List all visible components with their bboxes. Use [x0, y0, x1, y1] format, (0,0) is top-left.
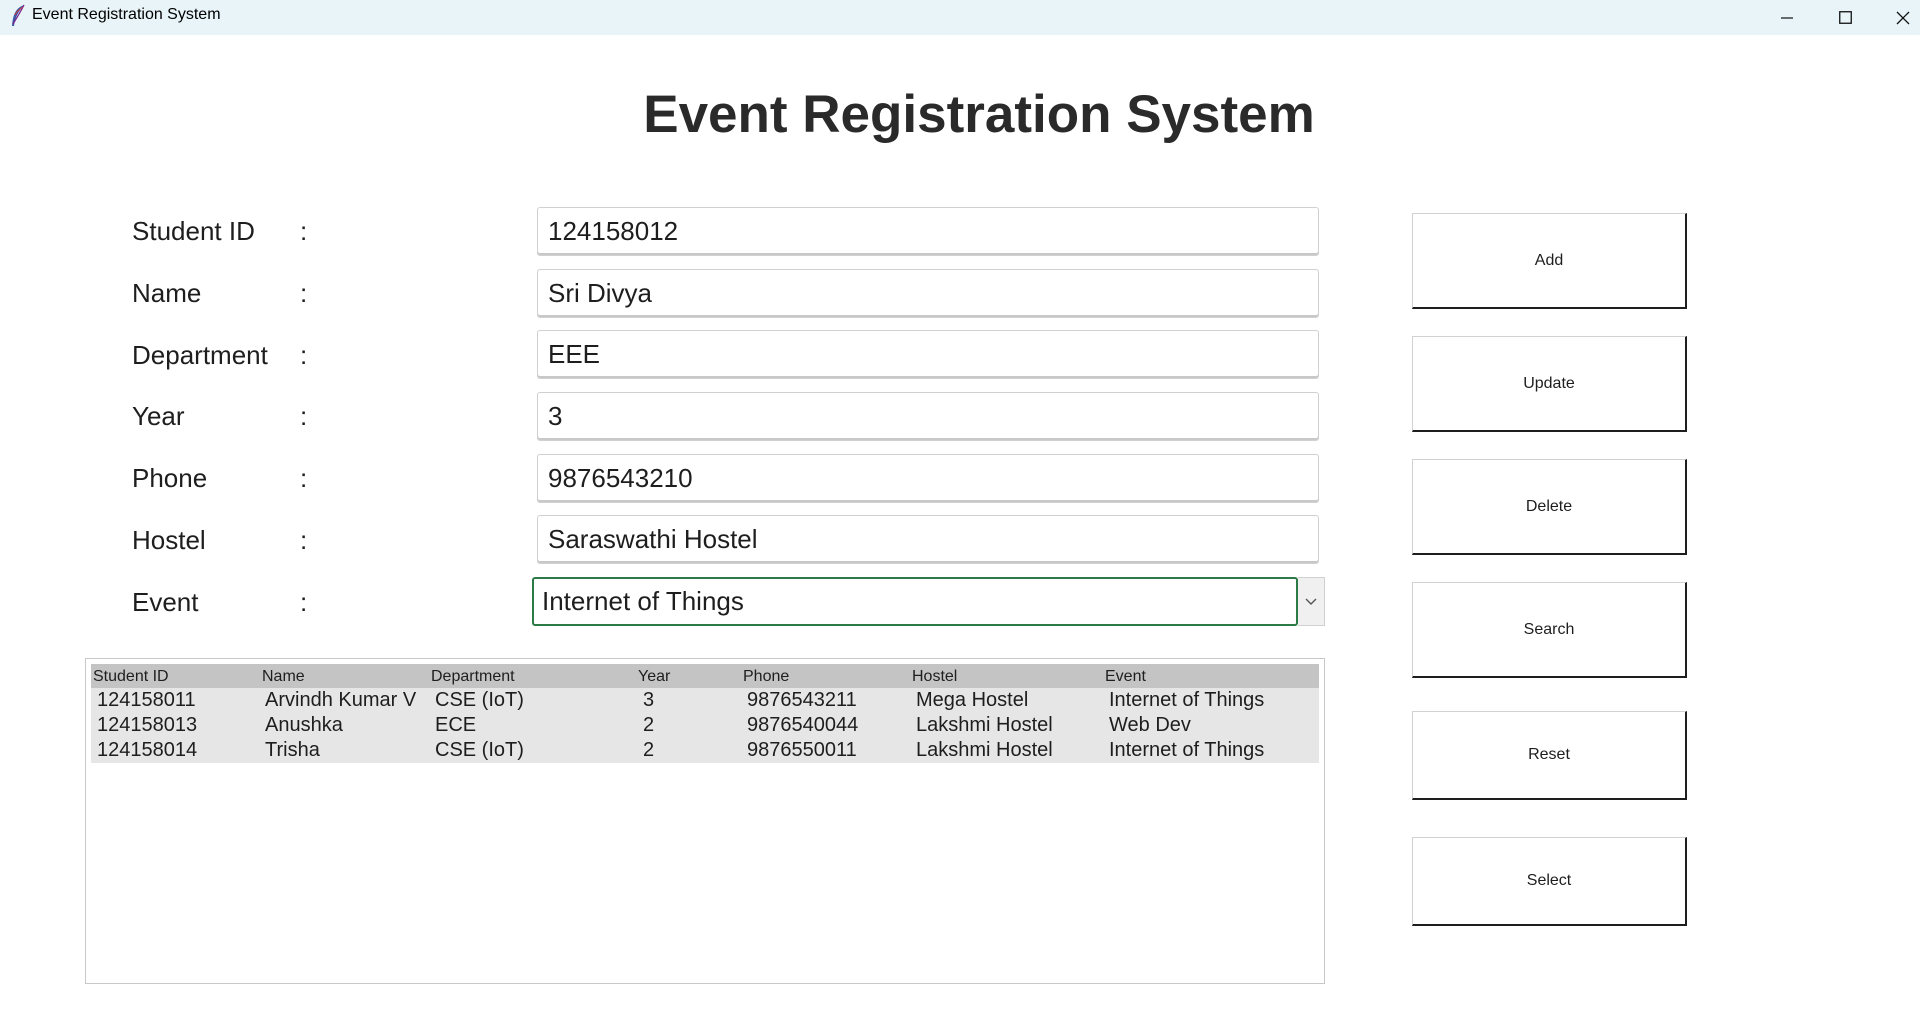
student-id-colon: :	[300, 216, 308, 246]
table-body: 124158011 Arvindh Kumar V CSE (IoT) 3 98…	[91, 688, 1319, 763]
registrations-table: Student ID Name Department Year Phone Ho…	[85, 658, 1325, 984]
year-label: Year	[132, 401, 185, 431]
search-button[interactable]: Search	[1412, 582, 1687, 678]
table-row[interactable]: 124158011 Arvindh Kumar V CSE (IoT) 3 98…	[91, 688, 1319, 713]
cell-year: 2	[643, 714, 655, 736]
chevron-down-icon	[1305, 593, 1317, 611]
page-title: Event Registration System	[643, 85, 1315, 144]
cell-phone: 9876543211	[747, 689, 857, 711]
cell-student-id: 124158013	[97, 714, 198, 736]
cell-phone: 9876540044	[747, 714, 859, 736]
phone-label: Phone	[132, 463, 208, 493]
cell-year: 2	[643, 739, 655, 761]
feather-icon	[9, 4, 27, 28]
column-header-hostel[interactable]: Hostel	[912, 668, 957, 686]
close-icon	[1896, 11, 1910, 25]
event-label: Event	[132, 587, 199, 617]
column-header-name[interactable]: Name	[262, 668, 305, 686]
column-header-phone[interactable]: Phone	[743, 668, 789, 686]
select-button[interactable]: Select	[1412, 837, 1687, 926]
column-header-student-id[interactable]: Student ID	[93, 668, 169, 686]
student-id-input[interactable]	[537, 207, 1319, 256]
delete-button[interactable]: Delete	[1412, 459, 1687, 555]
cell-hostel: Lakshmi Hostel	[916, 714, 1053, 736]
minimize-button[interactable]	[1758, 0, 1816, 35]
close-button[interactable]	[1874, 0, 1920, 35]
name-colon: :	[300, 278, 308, 308]
event-combobox	[532, 577, 1325, 626]
department-input[interactable]	[537, 330, 1319, 379]
department-colon: :	[300, 340, 308, 370]
cell-phone: 9876550011	[747, 739, 857, 761]
year-input[interactable]	[537, 392, 1319, 441]
table-header: Student ID Name Department Year Phone Ho…	[91, 664, 1319, 688]
cell-department: CSE (IoT)	[435, 689, 524, 711]
cell-event: Internet of Things	[1109, 689, 1265, 711]
cell-student-id: 124158011	[97, 689, 196, 711]
phone-colon: :	[300, 463, 308, 493]
table-row[interactable]: 124158013 Anushka ECE 2 9876540044 Laksh…	[91, 713, 1319, 738]
cell-name: Arvindh Kumar V	[265, 689, 417, 711]
cell-event: Internet of Things	[1109, 739, 1265, 761]
cell-year: 3	[643, 689, 655, 711]
column-header-year[interactable]: Year	[638, 668, 670, 686]
student-id-label: Student ID	[132, 216, 255, 246]
cell-hostel: Lakshmi Hostel	[916, 739, 1053, 761]
maximize-icon	[1838, 11, 1852, 24]
hostel-input[interactable]	[537, 515, 1319, 564]
title-bar: Event Registration System	[0, 0, 1920, 35]
department-label: Department	[132, 340, 268, 370]
event-dropdown-button[interactable]	[1298, 577, 1325, 626]
hostel-colon: :	[300, 525, 308, 555]
reset-button[interactable]: Reset	[1412, 711, 1687, 800]
cell-student-id: 124158014	[97, 739, 198, 761]
event-input[interactable]	[532, 577, 1298, 626]
table-row[interactable]: 124158014 Trisha CSE (IoT) 2 9876550011 …	[91, 738, 1319, 763]
app-window: Event Registration System Event Registra…	[0, 0, 1920, 1020]
event-colon: :	[300, 587, 308, 617]
name-label: Name	[132, 278, 202, 308]
cell-department: ECE	[435, 714, 477, 736]
cell-hostel: Mega Hostel	[916, 689, 1029, 711]
column-header-event[interactable]: Event	[1105, 668, 1146, 686]
window-title: Event Registration System	[32, 6, 221, 23]
cell-name: Anushka	[265, 714, 343, 736]
cell-event: Web Dev	[1109, 714, 1191, 736]
maximize-button[interactable]	[1816, 0, 1874, 35]
name-input[interactable]	[537, 269, 1319, 318]
hostel-label: Hostel	[132, 525, 206, 555]
cell-name: Trisha	[265, 739, 320, 761]
update-button[interactable]: Update	[1412, 336, 1687, 432]
cell-department: CSE (IoT)	[435, 739, 524, 761]
phone-input[interactable]	[537, 454, 1319, 503]
minimize-icon	[1781, 12, 1793, 24]
year-colon: :	[300, 401, 308, 431]
add-button[interactable]: Add	[1412, 213, 1687, 309]
column-header-department[interactable]: Department	[431, 668, 515, 686]
